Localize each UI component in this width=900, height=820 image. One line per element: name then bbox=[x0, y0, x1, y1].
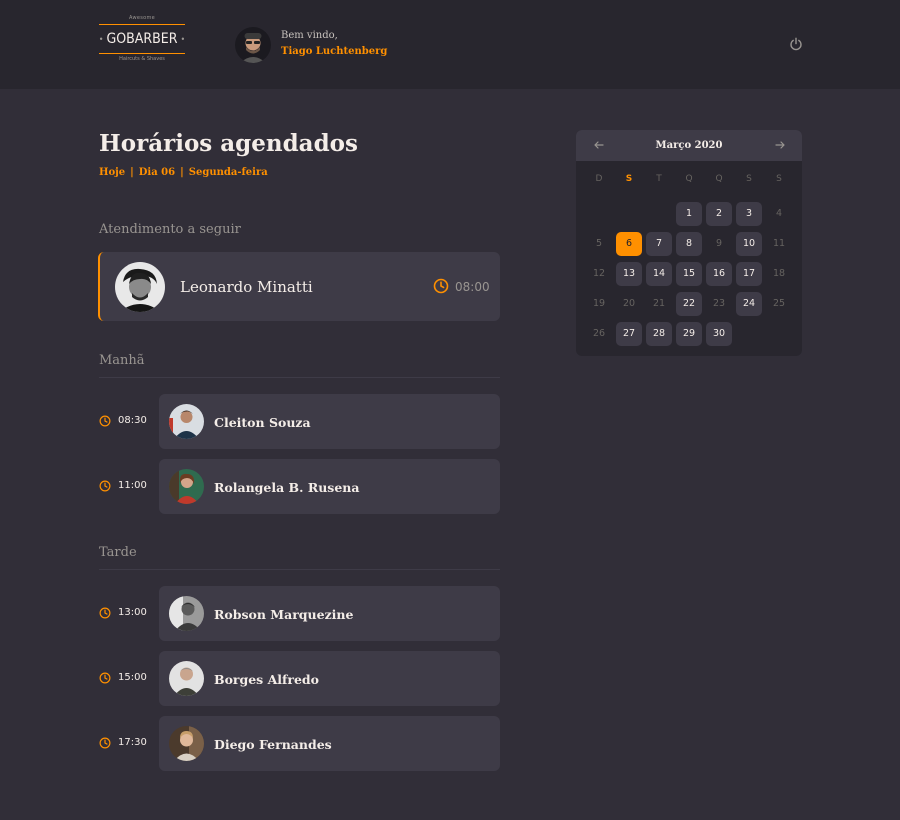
afternoon-divider bbox=[99, 569, 500, 570]
arrow-right-icon[interactable] bbox=[774, 139, 786, 151]
calendar-day[interactable]: 27 bbox=[616, 322, 642, 346]
client-avatar bbox=[169, 596, 204, 631]
calendar-day: 11 bbox=[772, 238, 786, 249]
logo-tagline-top: Awesome bbox=[128, 15, 156, 21]
power-icon[interactable] bbox=[789, 37, 803, 51]
calendar-day: 21 bbox=[652, 298, 666, 309]
calendar-day[interactable]: 29 bbox=[676, 322, 702, 346]
logo-brand-box: • GOBARBER • bbox=[99, 24, 185, 54]
calendar-day: 26 bbox=[592, 328, 606, 339]
calendar-weekday: D bbox=[595, 174, 603, 184]
calendar-day: 12 bbox=[592, 268, 606, 279]
calendar-day[interactable]: 30 bbox=[706, 322, 732, 346]
calendar-day[interactable]: 7 bbox=[646, 232, 672, 256]
client-avatar bbox=[169, 469, 204, 504]
calendar-day[interactable]: 22 bbox=[676, 292, 702, 316]
subtitle-separator: | bbox=[130, 167, 134, 178]
calendar-day[interactable]: 14 bbox=[646, 262, 672, 286]
appointment-card[interactable]: Cleiton Souza bbox=[159, 394, 500, 449]
logo-tagline-bottom: Haircuts & Shaves bbox=[119, 56, 165, 62]
calendar-day: 25 bbox=[772, 298, 786, 309]
calendar-day: 5 bbox=[595, 238, 603, 249]
morning-label: Manhã bbox=[99, 353, 145, 368]
client-name: Robson Marquezine bbox=[214, 607, 354, 622]
calendar-day: 23 bbox=[712, 298, 726, 309]
client-name: Cleiton Souza bbox=[214, 415, 311, 430]
next-appointment-time: 08:00 bbox=[455, 280, 490, 294]
calendar-day[interactable]: 13 bbox=[616, 262, 642, 286]
subtitle-weekday: Segunda-feira bbox=[188, 167, 268, 178]
appointment-card[interactable]: Borges Alfredo bbox=[159, 651, 500, 706]
calendar-day-selected[interactable]: 6 bbox=[616, 232, 642, 256]
clock-icon bbox=[99, 415, 111, 427]
calendar-day[interactable]: 2 bbox=[706, 202, 732, 226]
logo-dot-icon: • bbox=[98, 34, 104, 44]
calendar-weekday: Q bbox=[685, 174, 693, 184]
appointment-time: 13:00 bbox=[118, 607, 147, 618]
gobarber-logo[interactable]: Awesome • GOBARBER • Haircuts & Shaves bbox=[99, 15, 185, 71]
page-title: Horários agendados bbox=[99, 130, 358, 157]
calendar-day: 19 bbox=[592, 298, 606, 309]
calendar-day[interactable]: 28 bbox=[646, 322, 672, 346]
subtitle-today: Hoje bbox=[99, 167, 126, 178]
calendar-day: 18 bbox=[772, 268, 786, 279]
morning-divider bbox=[99, 377, 500, 378]
calendar-weekday: Q bbox=[715, 174, 723, 184]
client-name: Borges Alfredo bbox=[214, 672, 320, 687]
clock-icon bbox=[99, 672, 111, 684]
appointment-time: 15:00 bbox=[118, 672, 147, 683]
clock-icon bbox=[99, 737, 111, 749]
calendar-day[interactable]: 1 bbox=[676, 202, 702, 226]
client-avatar bbox=[169, 661, 204, 696]
calendar-day[interactable]: 15 bbox=[676, 262, 702, 286]
calendar-day[interactable]: 16 bbox=[706, 262, 732, 286]
appointment-time: 17:30 bbox=[118, 737, 147, 748]
top-header: Awesome • GOBARBER • Haircuts & Shaves B… bbox=[0, 0, 900, 89]
subtitle-separator: | bbox=[180, 167, 184, 178]
calendar-day[interactable]: 3 bbox=[736, 202, 762, 226]
welcome-text: Bem vindo, bbox=[281, 30, 338, 41]
client-name: Rolangela B. Rusena bbox=[214, 480, 360, 495]
appointment-card[interactable]: Diego Fernandes bbox=[159, 716, 500, 771]
appointment-time: 08:30 bbox=[118, 415, 147, 426]
calendar-weekday: S bbox=[776, 174, 782, 184]
client-avatar bbox=[169, 726, 204, 761]
calendar: Março 2020 D S T Q Q S S 1 2 3 4 5 6 7 8 9 10 11 12 13 14 15 1… bbox=[576, 130, 802, 356]
calendar-day: 20 bbox=[622, 298, 636, 309]
next-appointment-card[interactable]: Leonardo Minatti 08:00 bbox=[98, 252, 500, 321]
calendar-day[interactable]: 10 bbox=[736, 232, 762, 256]
calendar-header: Março 2020 bbox=[576, 130, 802, 161]
calendar-weekday: S bbox=[746, 174, 752, 184]
calendar-day[interactable]: 17 bbox=[736, 262, 762, 286]
next-client-avatar bbox=[115, 262, 165, 312]
calendar-day[interactable]: 8 bbox=[676, 232, 702, 256]
appointment-card[interactable]: Rolangela B. Rusena bbox=[159, 459, 500, 514]
clock-icon bbox=[99, 607, 111, 619]
clock-icon bbox=[433, 278, 449, 294]
clock-icon bbox=[99, 480, 111, 492]
appointment-card[interactable]: Robson Marquezine bbox=[159, 586, 500, 641]
calendar-month: Março 2020 bbox=[655, 140, 723, 151]
subtitle-day: Dia 06 bbox=[138, 167, 176, 178]
next-appointment-label: Atendimento a seguir bbox=[99, 222, 241, 237]
logo-dot-icon: • bbox=[180, 34, 186, 44]
calendar-day: 9 bbox=[715, 238, 723, 249]
appointment-time: 11:00 bbox=[118, 480, 147, 491]
date-subtitle: Hoje | Dia 06 | Segunda-feira bbox=[99, 167, 268, 178]
logo-brand: GOBARBER bbox=[106, 31, 178, 47]
client-avatar bbox=[169, 404, 204, 439]
afternoon-label: Tarde bbox=[99, 545, 137, 560]
calendar-weekday: S bbox=[625, 174, 633, 184]
user-avatar[interactable] bbox=[235, 27, 271, 63]
user-name-link[interactable]: Tiago Luchtenberg bbox=[281, 46, 387, 57]
client-name: Diego Fernandes bbox=[214, 737, 332, 752]
calendar-day: 4 bbox=[775, 208, 783, 219]
next-client-name: Leonardo Minatti bbox=[180, 278, 313, 296]
calendar-weekday: T bbox=[656, 174, 662, 184]
calendar-day[interactable]: 24 bbox=[736, 292, 762, 316]
